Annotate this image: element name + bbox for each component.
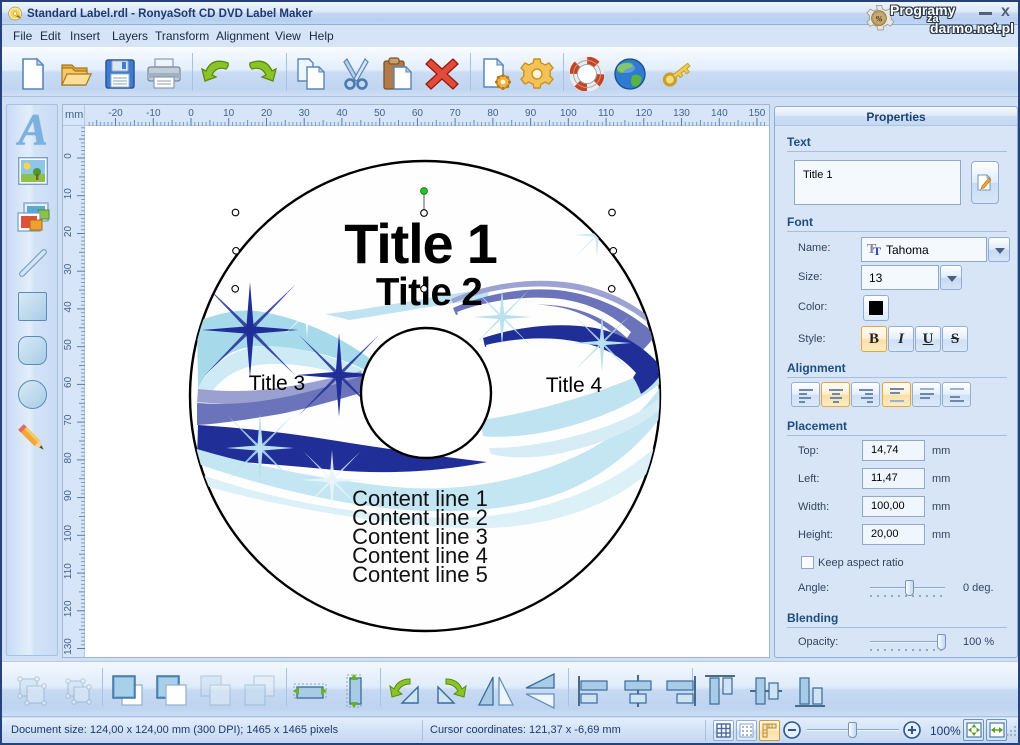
svg-text:Title 2: Title 2 — [376, 271, 482, 314]
svg-text:70: 70 — [450, 108, 462, 119]
svg-text:140: 140 — [711, 108, 728, 119]
svg-text:110: 110 — [63, 563, 74, 579]
svg-text:60: 60 — [63, 376, 74, 388]
svg-text:100: 100 — [63, 525, 74, 542]
svg-text:40: 40 — [63, 301, 74, 313]
svg-text:70: 70 — [63, 414, 74, 426]
svg-text:50: 50 — [374, 108, 386, 119]
svg-text:20: 20 — [63, 226, 74, 238]
svg-text:90: 90 — [525, 108, 537, 119]
svg-text:80: 80 — [487, 108, 499, 119]
svg-text:40: 40 — [336, 108, 348, 119]
svg-text:Content line 5: Content line 5 — [352, 562, 488, 587]
svg-text:90: 90 — [63, 490, 74, 502]
svg-text:130: 130 — [673, 108, 690, 119]
svg-text:-20: -20 — [108, 108, 123, 119]
svg-text:30: 30 — [299, 108, 311, 119]
svg-text:10: 10 — [63, 188, 74, 200]
svg-text:80: 80 — [63, 452, 74, 464]
svg-text:Title 1: Title 1 — [344, 212, 496, 275]
svg-text:30: 30 — [63, 263, 74, 275]
svg-text:%: % — [875, 13, 882, 23]
svg-text:130: 130 — [63, 638, 74, 655]
svg-text:20: 20 — [261, 108, 273, 119]
svg-text:Title 4: Title 4 — [546, 374, 603, 397]
svg-text:-10: -10 — [146, 108, 161, 119]
svg-text:120: 120 — [635, 108, 652, 119]
svg-text:100: 100 — [560, 108, 577, 119]
svg-text:110: 110 — [598, 108, 614, 119]
svg-text:0: 0 — [63, 153, 74, 159]
svg-text:50: 50 — [63, 339, 74, 351]
svg-text:60: 60 — [412, 108, 424, 119]
svg-text:10: 10 — [223, 108, 235, 119]
svg-text:0: 0 — [188, 108, 194, 119]
svg-text:150: 150 — [749, 108, 766, 119]
svg-text:120: 120 — [63, 600, 74, 617]
svg-text:Title 3: Title 3 — [249, 372, 305, 395]
